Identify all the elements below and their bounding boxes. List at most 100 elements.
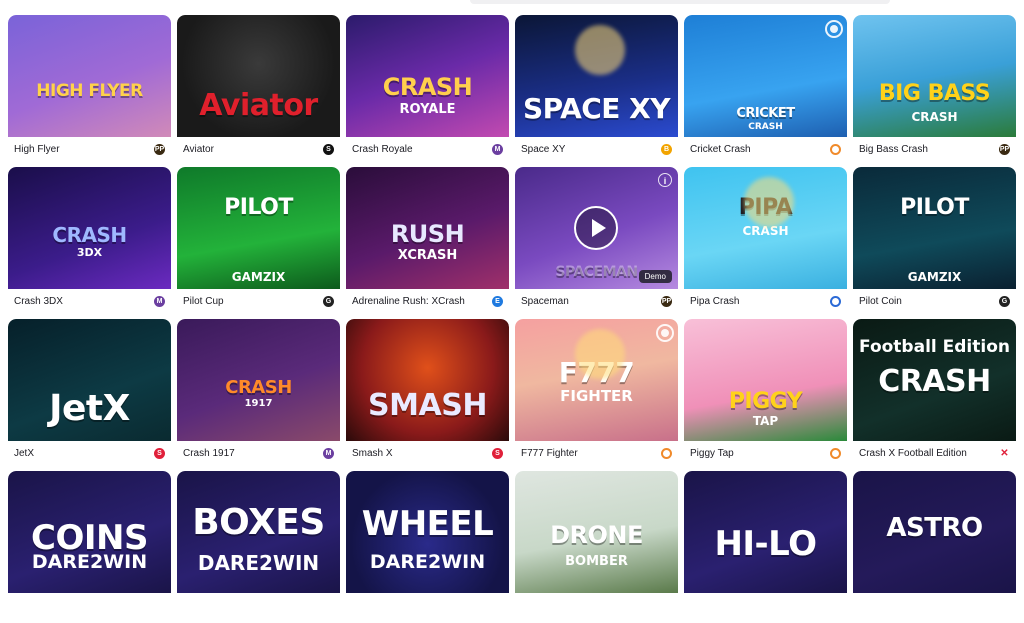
game-thumbnail[interactable]: CRICKET CRASH bbox=[684, 15, 847, 137]
game-caption bbox=[8, 593, 171, 617]
favorite-ring-icon[interactable] bbox=[656, 324, 674, 342]
game-caption: Space XY B bbox=[515, 137, 678, 161]
game-card[interactable]: WHEEL DARE2WIN bbox=[346, 471, 509, 617]
decor-shape bbox=[744, 177, 794, 227]
game-card[interactable]: CRASH ROYALE Crash Royale M bbox=[346, 15, 509, 161]
thumbnail-title: CRASH bbox=[52, 223, 127, 247]
game-thumbnail[interactable]: F777FIGHTER bbox=[515, 319, 678, 441]
smartsoft-icon: S bbox=[492, 447, 503, 459]
game-card[interactable]: ASTRO bbox=[853, 471, 1016, 617]
game-card[interactable]: PILOT GAMZIX Pilot Cup G bbox=[177, 167, 340, 313]
game-caption: Spaceman PP bbox=[515, 289, 678, 313]
game-card[interactable]: SMASH Smash X S bbox=[346, 319, 509, 465]
game-name: Crash X Football Edition bbox=[859, 447, 967, 459]
game-thumbnail[interactable]: DRONE BOMBER bbox=[515, 471, 678, 593]
game-card[interactable]: PILOT GAMZIX Pilot Coin G bbox=[853, 167, 1016, 313]
game-thumbnail[interactable]: BIG BASS CRASH bbox=[853, 15, 1016, 137]
game-thumbnail[interactable]: CRASH Football Edition bbox=[853, 319, 1016, 441]
game-name: Crash 3DX bbox=[14, 295, 63, 307]
thumbnail-title: BOXES bbox=[192, 502, 325, 543]
game-thumbnail[interactable]: COINS DARE2WIN bbox=[8, 471, 171, 593]
game-name: Big Bass Crash bbox=[859, 143, 928, 155]
game-thumbnail[interactable]: PIPACRASH bbox=[684, 167, 847, 289]
thumbnail-subtitle: DARE2WIN bbox=[31, 551, 148, 573]
game-card[interactable]: JetX JetX S bbox=[8, 319, 171, 465]
game-name: Adrenaline Rush: XCrash bbox=[352, 295, 465, 307]
game-card[interactable]: DRONE BOMBER bbox=[515, 471, 678, 617]
decor-shape bbox=[575, 329, 625, 379]
game-card[interactable]: Aviator Aviator S bbox=[177, 15, 340, 161]
game-card[interactable]: BIG BASS CRASH Big Bass Crash PP bbox=[853, 15, 1016, 161]
thumbnail-subtitle: DARE2WIN bbox=[369, 551, 486, 573]
game-thumbnail[interactable]: HIGH FLYER bbox=[8, 15, 171, 137]
game-thumbnail[interactable]: SPACEMAN i Demo bbox=[515, 167, 678, 289]
game-thumbnail[interactable]: JetX bbox=[8, 319, 171, 441]
game-card[interactable]: PIGGY TAP Piggy Tap bbox=[684, 319, 847, 465]
circle-provider-icon bbox=[661, 447, 672, 459]
game-card[interactable]: COINS DARE2WIN bbox=[8, 471, 171, 617]
game-card[interactable]: CRASH 1917 Crash 1917 M bbox=[177, 319, 340, 465]
evoplay-icon: E bbox=[492, 295, 503, 307]
pragmatic-play-icon: PP bbox=[999, 143, 1010, 155]
thumbnail-title: RUSH bbox=[390, 220, 465, 248]
game-thumbnail[interactable]: PILOT GAMZIX bbox=[177, 167, 340, 289]
info-icon[interactable]: i bbox=[658, 173, 672, 187]
thumbnail-title: BIG BASS bbox=[878, 81, 991, 106]
game-thumbnail[interactable]: PILOT GAMZIX bbox=[853, 167, 1016, 289]
favorite-ring-icon[interactable] bbox=[825, 20, 843, 38]
circle-provider-icon bbox=[830, 143, 841, 155]
thumbnail-subtitle: DARE2WIN bbox=[197, 551, 320, 575]
one-m-icon: M bbox=[323, 447, 334, 459]
game-card[interactable]: SPACE XY Space XY B bbox=[515, 15, 678, 161]
game-caption bbox=[684, 593, 847, 617]
game-caption: Aviator S bbox=[177, 137, 340, 161]
game-thumbnail[interactable]: Aviator bbox=[177, 15, 340, 137]
game-card[interactable]: SPACEMAN i Demo Spaceman PP bbox=[515, 167, 678, 313]
thumbnail-subtitle: 3DX bbox=[76, 246, 103, 259]
game-card[interactable]: F777FIGHTER F777 Fighter bbox=[515, 319, 678, 465]
x-provider-icon: ✕ bbox=[999, 447, 1010, 459]
game-card[interactable]: CRICKET CRASH Cricket Crash bbox=[684, 15, 847, 161]
thumbnail-subtitle: ROYALE bbox=[399, 102, 456, 117]
thumbnail-title: PILOT bbox=[900, 195, 969, 220]
game-name: Piggy Tap bbox=[690, 447, 734, 459]
game-card[interactable]: RUSH XCRASH Adrenaline Rush: XCrash E bbox=[346, 167, 509, 313]
pragmatic-play-icon: PP bbox=[661, 295, 672, 307]
game-card[interactable]: BOXES DARE2WIN bbox=[177, 471, 340, 617]
thumbnail-subtitle: BOMBER bbox=[565, 554, 628, 569]
game-thumbnail[interactable]: SPACE XY bbox=[515, 15, 678, 137]
game-caption: Pilot Coin G bbox=[853, 289, 1016, 313]
game-thumbnail[interactable]: PIGGY TAP bbox=[684, 319, 847, 441]
game-card[interactable]: HI-LO bbox=[684, 471, 847, 617]
search-bar-edge[interactable] bbox=[470, 0, 890, 4]
game-caption: Crash X Football Edition ✕ bbox=[853, 441, 1016, 465]
thumbnail-subtitle: GAMZIX bbox=[907, 270, 962, 284]
game-thumbnail[interactable]: BOXES DARE2WIN bbox=[177, 471, 340, 593]
play-button[interactable] bbox=[574, 206, 618, 250]
game-caption: Smash X S bbox=[346, 441, 509, 465]
game-card[interactable]: HIGH FLYER High Flyer PP bbox=[8, 15, 171, 161]
game-thumbnail[interactable]: HI-LO bbox=[684, 471, 847, 593]
game-card[interactable]: CRASH 3DX Crash 3DX M bbox=[8, 167, 171, 313]
game-thumbnail[interactable]: WHEEL DARE2WIN bbox=[346, 471, 509, 593]
game-card[interactable]: CRASH Football Edition Crash X Football Ed… bbox=[853, 319, 1016, 465]
game-card[interactable]: PIPACRASH Pipa Crash bbox=[684, 167, 847, 313]
game-thumbnail[interactable]: CRASH ROYALE bbox=[346, 15, 509, 137]
thumbnail-title: Aviator bbox=[199, 88, 318, 123]
thumbnail-title: DRONE bbox=[550, 521, 643, 549]
thumbnail-title: HI-LO bbox=[714, 524, 817, 564]
game-name: Crash 1917 bbox=[183, 447, 235, 459]
game-thumbnail[interactable]: SMASH bbox=[346, 319, 509, 441]
pragmatic-play-icon: PP bbox=[154, 143, 165, 155]
thumbnail-title: JetX bbox=[49, 388, 130, 429]
game-thumbnail[interactable]: CRASH 1917 bbox=[177, 319, 340, 441]
game-thumbnail[interactable]: ASTRO bbox=[853, 471, 1016, 593]
bgaming-icon: B bbox=[661, 143, 672, 155]
game-thumbnail[interactable]: RUSH XCRASH bbox=[346, 167, 509, 289]
game-name: F777 Fighter bbox=[521, 447, 578, 459]
shield-provider-icon bbox=[830, 295, 841, 307]
game-name: Crash Royale bbox=[352, 143, 413, 155]
demo-button[interactable]: Demo bbox=[638, 270, 672, 283]
gamzix-icon: G bbox=[323, 295, 334, 307]
game-thumbnail[interactable]: CRASH 3DX bbox=[8, 167, 171, 289]
